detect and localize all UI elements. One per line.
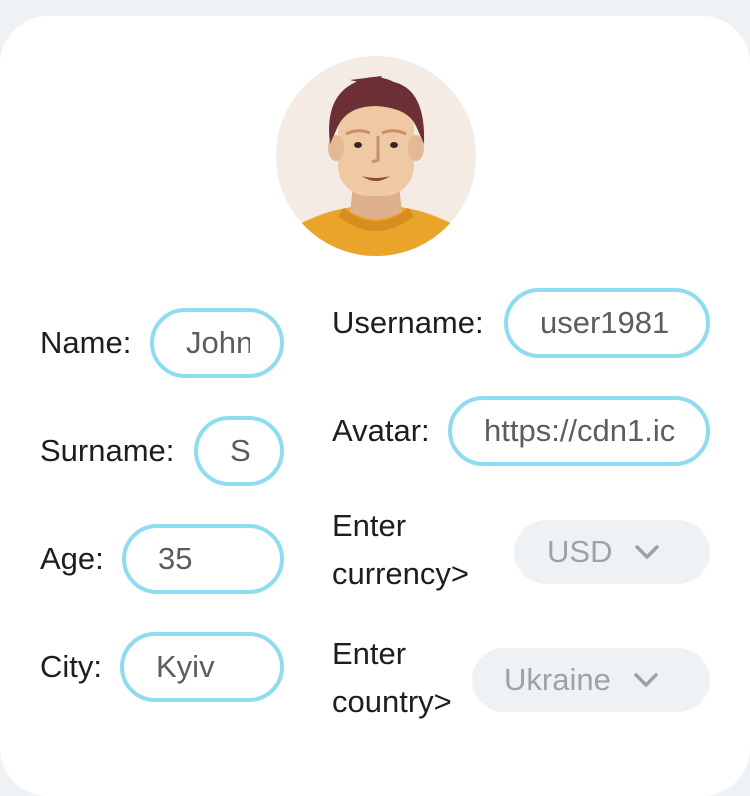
country-selected-value: Ukraine	[504, 662, 611, 697]
name-input[interactable]	[154, 312, 280, 374]
name-field[interactable]	[150, 308, 284, 378]
chevron-down-icon	[633, 668, 659, 697]
country-select[interactable]: Ukraine	[472, 648, 710, 712]
username-input[interactable]	[508, 292, 706, 354]
username-field[interactable]	[504, 288, 710, 358]
avatar-url-input[interactable]	[452, 400, 706, 462]
age-input[interactable]	[126, 528, 280, 590]
avatar	[276, 56, 476, 256]
surname-label: Surname:	[40, 433, 175, 468]
avatar-url-field[interactable]	[448, 396, 710, 466]
profile-card: Name: Surname: Age: City: Username: Avat…	[0, 16, 750, 796]
surname-field[interactable]	[194, 416, 284, 486]
city-field[interactable]	[120, 632, 284, 702]
avatar-illustration	[276, 56, 476, 256]
city-input[interactable]	[124, 636, 280, 698]
surname-input[interactable]	[198, 420, 280, 482]
chevron-down-icon	[634, 540, 660, 569]
username-label: Username:	[332, 305, 484, 340]
age-label: Age:	[40, 541, 104, 576]
currency-selected-value: USD	[547, 534, 613, 569]
name-label: Name:	[40, 325, 132, 360]
avatar-label: Avatar:	[332, 413, 430, 448]
currency-label: Enter currency>	[332, 508, 469, 591]
age-field[interactable]	[122, 524, 284, 594]
city-label: City:	[40, 649, 102, 684]
currency-select[interactable]: USD	[514, 520, 710, 584]
